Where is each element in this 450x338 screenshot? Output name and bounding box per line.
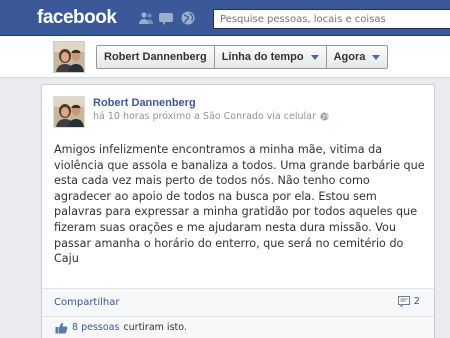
likes-suffix: curtiram isto. [123, 322, 187, 333]
thumbs-up-icon [55, 322, 68, 333]
globe-icon[interactable] [180, 11, 196, 25]
post-meta: há 10 horas próximo a São Conrado via ce… [93, 111, 329, 122]
comment-icon [397, 296, 410, 307]
post-footer: Compartilhar 2 8 pessoas curtiram isto. [42, 288, 434, 338]
post-card: Robert Dannenberg há 10 horas próximo a … [41, 84, 435, 338]
facebook-logo[interactable]: facebook [37, 7, 117, 29]
post-timestamp-location[interactable]: há 10 horas próximo a São Conrado via ce… [93, 111, 316, 122]
chevron-down-icon [310, 54, 319, 60]
comment-count-button[interactable]: 2 [397, 296, 420, 307]
timeline-pill-group: Robert Dannenberg Linha do tempo Agora [96, 45, 389, 69]
timeline-label: Linha do tempo [221, 51, 304, 63]
timeline-nav-bar: Robert Dannenberg Linha do tempo Agora [0, 36, 450, 78]
search-input[interactable] [213, 9, 450, 29]
profile-name-label: Robert Dannenberg [104, 51, 207, 63]
chevron-down-icon [372, 54, 381, 60]
friends-icon[interactable] [138, 11, 154, 25]
share-link[interactable]: Compartilhar [54, 297, 119, 308]
profile-avatar[interactable] [53, 41, 85, 73]
profile-name-button[interactable]: Robert Dannenberg [96, 45, 215, 69]
timeline-dropdown[interactable]: Linha do tempo [214, 45, 327, 69]
comment-count: 2 [413, 296, 420, 307]
messages-icon[interactable] [159, 11, 175, 25]
author-avatar[interactable] [53, 96, 85, 128]
privacy-globe-icon[interactable] [320, 112, 329, 121]
now-dropdown[interactable]: Agora [326, 45, 389, 69]
post-author-name[interactable]: Robert Dannenberg [93, 97, 196, 109]
likes-count-link[interactable]: 8 pessoas [72, 322, 119, 333]
post-body-text: Amigos infelizmente encontramos a minha … [54, 143, 425, 266]
top-bar: facebook [0, 0, 450, 36]
likes-row: 8 pessoas curtiram isto. [42, 316, 434, 338]
now-label: Agora [333, 51, 366, 63]
notification-jewels [138, 11, 196, 25]
